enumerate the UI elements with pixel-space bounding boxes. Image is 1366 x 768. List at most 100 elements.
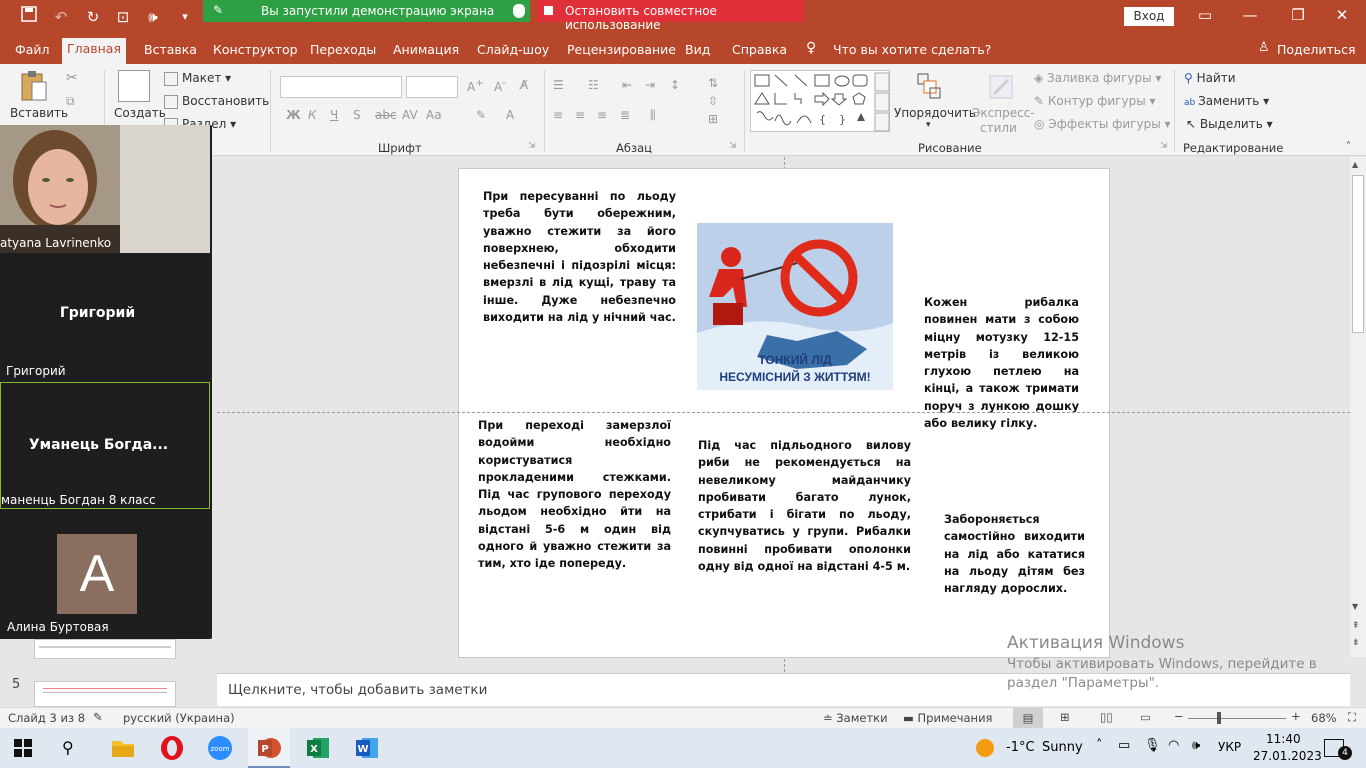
font-size-select[interactable] <box>406 76 458 98</box>
numbering-icon[interactable]: ☷ <box>588 78 599 92</box>
quick-styles-icon[interactable] <box>986 72 1016 102</box>
shape-outline-button[interactable]: ✎ Контур фигуры ▾ <box>1034 94 1156 108</box>
font-color-button[interactable]: А <box>506 108 514 122</box>
shape-effects-button[interactable]: ◎ Эффекты фигуры ▾ <box>1034 117 1171 131</box>
tab-file[interactable]: Файл <box>15 42 50 57</box>
shape-fill-button[interactable]: ◈ Заливка фигуры ▾ <box>1034 71 1161 85</box>
text-box-ice-moving[interactable]: При пересуванні по льоду треба бути обер… <box>483 188 676 326</box>
tell-me-search[interactable]: Что вы хотите сделать? <box>833 42 991 57</box>
slide-scrollbar[interactable]: ▲ ▼ ⇞ ⇟ <box>1350 157 1366 657</box>
windows-start-icon[interactable] <box>14 739 32 757</box>
italic-button[interactable]: К <box>308 108 317 122</box>
powerpoint-taskbar-button[interactable]: P <box>248 728 290 768</box>
decrease-indent-icon[interactable]: ⇤ <box>622 78 632 92</box>
comments-toggle[interactable]: ▬ Примечания <box>903 711 992 725</box>
zoom-level[interactable]: 68% <box>1311 711 1337 725</box>
customize-icon[interactable]: ▾ <box>174 6 196 28</box>
excel-icon[interactable]: X <box>305 735 331 761</box>
drawing-dialog-icon[interactable]: ⇲ <box>1160 141 1168 151</box>
minimize-icon[interactable]: — <box>1240 6 1260 26</box>
horizontal-guide[interactable] <box>217 412 1350 413</box>
new-slide-label[interactable]: Создать <box>114 106 166 120</box>
previous-slide-icon[interactable]: ⇞ <box>1352 621 1360 631</box>
clock-time[interactable]: 11:40 <box>1266 732 1301 746</box>
undo-icon[interactable]: ↶ <box>50 6 72 28</box>
tab-review[interactable]: Рецензирование <box>567 42 676 57</box>
restore-icon[interactable]: ❐ <box>1288 6 1308 26</box>
normal-view-button[interactable]: ▤ <box>1013 708 1043 728</box>
tab-help[interactable]: Справка <box>732 42 787 57</box>
text-box-fishing[interactable]: Під час підльодного вилову риби не реком… <box>698 437 911 575</box>
font-family-select[interactable] <box>280 76 402 98</box>
word-icon[interactable]: W <box>354 735 380 761</box>
input-language[interactable]: УКР <box>1218 740 1241 754</box>
opera-icon[interactable] <box>159 735 185 761</box>
spacing-icon[interactable]: AV <box>402 108 418 122</box>
tab-design[interactable]: Конструктор <box>213 42 298 57</box>
bold-button[interactable]: Ж <box>286 108 301 122</box>
signin-button[interactable]: Вход <box>1124 7 1174 26</box>
smartart-icon[interactable]: ⊞ <box>708 112 718 126</box>
paste-icon[interactable] <box>20 70 48 104</box>
reset-button[interactable]: Восстановить <box>164 94 269 109</box>
zoom-slider[interactable] <box>1188 718 1286 719</box>
speaker-icon[interactable]: 🕪 <box>142 6 164 28</box>
slide-sorter-icon[interactable]: ⊞ <box>1060 710 1070 724</box>
zoom-slider-thumb[interactable] <box>1217 712 1221 724</box>
zoom-in-icon[interactable]: + <box>1291 709 1301 723</box>
quick-styles-label-1[interactable]: Экспресс- <box>972 106 1035 120</box>
file-explorer-icon[interactable] <box>110 735 136 761</box>
tab-animation[interactable]: Анимация <box>393 42 459 57</box>
zoom-app-icon[interactable]: zoom <box>207 735 233 761</box>
shrink-font-icon[interactable]: A- <box>494 78 506 94</box>
fit-to-window-icon[interactable]: ⛶ <box>1348 710 1356 725</box>
slide-thumbnail-5[interactable] <box>34 681 176 707</box>
copy-icon[interactable]: ⧉ <box>66 94 75 109</box>
line-spacing-icon[interactable]: ↕ <box>670 78 680 92</box>
new-slide-icon[interactable] <box>118 70 150 102</box>
tab-insert[interactable]: Вставка <box>144 42 197 57</box>
language-status[interactable]: русский (Украина) <box>123 711 235 725</box>
present-icon[interactable]: ⊡ <box>112 6 134 28</box>
cut-icon[interactable]: ✂ <box>66 70 78 86</box>
tray-chevron-icon[interactable]: ˄ <box>1096 738 1103 753</box>
arrange-icon[interactable] <box>916 72 942 100</box>
scrollbar-thumb[interactable] <box>1352 175 1364 333</box>
paragraph-dialog-icon[interactable]: ⇲ <box>729 141 737 151</box>
text-box-crossing[interactable]: При переході замерзлої водойми необхідно… <box>478 417 671 573</box>
slide-thumbnail-4[interactable] <box>34 639 176 659</box>
zoom-out-icon[interactable]: − <box>1174 709 1184 723</box>
shadow-button[interactable]: S <box>353 108 361 122</box>
justify-icon[interactable]: ≣ <box>620 108 630 122</box>
align-right-icon[interactable]: ≡ <box>597 108 607 122</box>
bullets-icon[interactable]: ☰ <box>553 78 564 92</box>
spelling-icon[interactable]: ✎ <box>93 710 103 724</box>
wifi-icon[interactable]: ◠ <box>1168 738 1179 753</box>
grow-font-icon[interactable]: A+ <box>467 78 484 94</box>
shapes-gallery[interactable]: { } <box>750 70 890 132</box>
text-direction-icon[interactable]: ⇅ <box>708 76 718 90</box>
collapse-ribbon-icon[interactable]: ˄ <box>1346 141 1351 152</box>
strikethrough-button[interactable]: abc <box>375 108 397 122</box>
align-text-icon[interactable]: ⇳ <box>708 94 718 108</box>
scroll-down-icon[interactable]: ▼ <box>1352 602 1358 611</box>
slideshow-view-icon[interactable]: ▭ <box>1140 710 1151 724</box>
search-icon[interactable]: ⚲ <box>62 738 74 757</box>
select-button[interactable]: ↖ Выделить ▾ <box>1186 117 1273 131</box>
layout-button[interactable]: Макет ▾ <box>164 71 231 86</box>
slide-canvas[interactable]: При пересуванні по льоду треба бути обер… <box>458 168 1110 658</box>
scroll-up-icon[interactable]: ▲ <box>1352 160 1358 169</box>
stop-sharing-button[interactable]: Остановить совместное использование <box>537 0 804 32</box>
notes-toggle[interactable]: ≐ Заметки <box>823 711 888 725</box>
quick-styles-label-2[interactable]: стили <box>980 121 1017 135</box>
columns-icon[interactable]: ⫼ <box>650 108 656 123</box>
microphone-icon[interactable]: 🎙 <box>1144 738 1161 753</box>
text-box-children[interactable]: Забороняється самостійно виходити на лід… <box>944 511 1085 597</box>
align-left-icon[interactable]: ≡ <box>553 108 563 122</box>
tab-view[interactable]: Вид <box>685 42 710 57</box>
align-center-icon[interactable]: ≡ <box>575 108 585 122</box>
close-icon[interactable]: ✕ <box>1332 6 1352 26</box>
tab-transitions[interactable]: Переходы <box>310 42 376 57</box>
clear-format-icon[interactable]: A̸ <box>520 78 528 92</box>
ribbon-display-icon[interactable]: ▭ <box>1195 6 1215 26</box>
